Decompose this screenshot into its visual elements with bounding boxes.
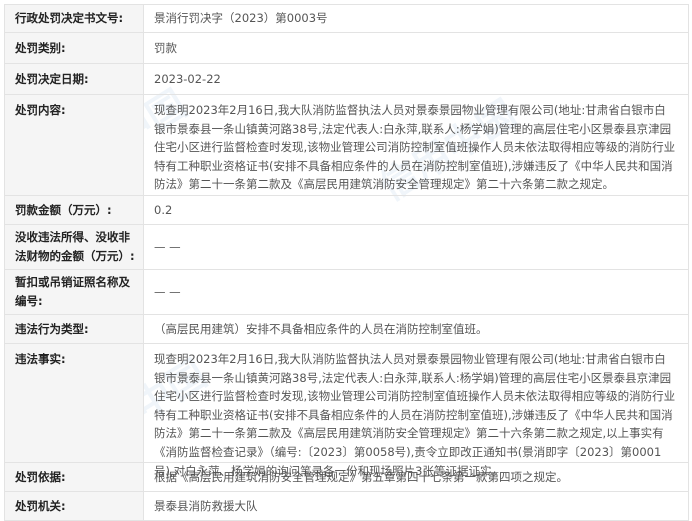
row-label: 处罚决定日期: xyxy=(5,64,144,94)
row-value: 景消行罚决字（2023）第0003号 xyxy=(144,5,689,32)
row-label: 行政处罚决定书文号: xyxy=(5,5,144,32)
row-value: 根据《高层民用建筑消防安全管理规定》第五章第四十七条第一款第四项之规定。 xyxy=(144,463,689,491)
penalty-record-table: 行政处罚决定书文号: 景消行罚决字（2023）第0003号 处罚类别: 罚款 处… xyxy=(4,4,689,521)
row-label: 违法行为类型: xyxy=(5,315,144,343)
row-value: 景泰县消防救援大队 xyxy=(144,492,689,520)
row-label: 暂扣或吊销证照名称及编号: xyxy=(5,270,144,314)
row-label: 没收违法所得、没收非法财物的金额（万元）: xyxy=(5,225,144,269)
row-label: 处罚内容: xyxy=(5,95,144,195)
row-label: 违法事实: xyxy=(5,344,144,462)
row-value: 现查明2023年2月16日,我大队消防监督执法人员对景泰景园物业管理有限公司(地… xyxy=(144,344,689,478)
row-label: 处罚依据: xyxy=(5,463,144,491)
row-value: 罚款 xyxy=(144,33,689,63)
row-label: 处罚机关: xyxy=(5,492,144,520)
table-row: 处罚内容: 现查明2023年2月16日,我大队消防监督执法人员对景泰景园物业管理… xyxy=(5,95,689,196)
table-row: 没收违法所得、没收非法财物的金额（万元）: — — xyxy=(5,225,689,270)
table-row: 暂扣或吊销证照名称及编号: — — xyxy=(5,270,689,315)
row-value: （高层民用建筑）安排不具备相应条件的人员在消防控制室值班。 xyxy=(144,315,689,343)
row-value: — — xyxy=(144,270,689,314)
table-row: 违法事实: 现查明2023年2月16日,我大队消防监督执法人员对景泰景园物业管理… xyxy=(5,344,689,478)
row-value: — — xyxy=(144,225,689,269)
row-value: 现查明2023年2月16日,我大队消防监督执法人员对景泰景园物业管理有限公司(地… xyxy=(144,95,689,195)
table-row: 违法行为类型: （高层民用建筑）安排不具备相应条件的人员在消防控制室值班。 xyxy=(5,315,689,344)
row-label: 处罚类别: xyxy=(5,33,144,63)
row-value: 2023-02-22 xyxy=(144,64,689,94)
table-row: 处罚类别: 罚款 xyxy=(5,33,689,64)
table-row: 行政处罚决定书文号: 景消行罚决字（2023）第0003号 xyxy=(5,5,689,33)
table-row: 处罚决定日期: 2023-02-22 xyxy=(5,64,689,95)
table-row: 处罚依据: 根据《高层民用建筑消防安全管理规定》第五章第四十七条第一款第四项之规… xyxy=(5,463,689,492)
row-label: 罚款金额（万元）: xyxy=(5,196,144,224)
row-value: 0.2 xyxy=(144,196,689,224)
table-row: 罚款金额（万元）: 0.2 xyxy=(5,196,689,225)
